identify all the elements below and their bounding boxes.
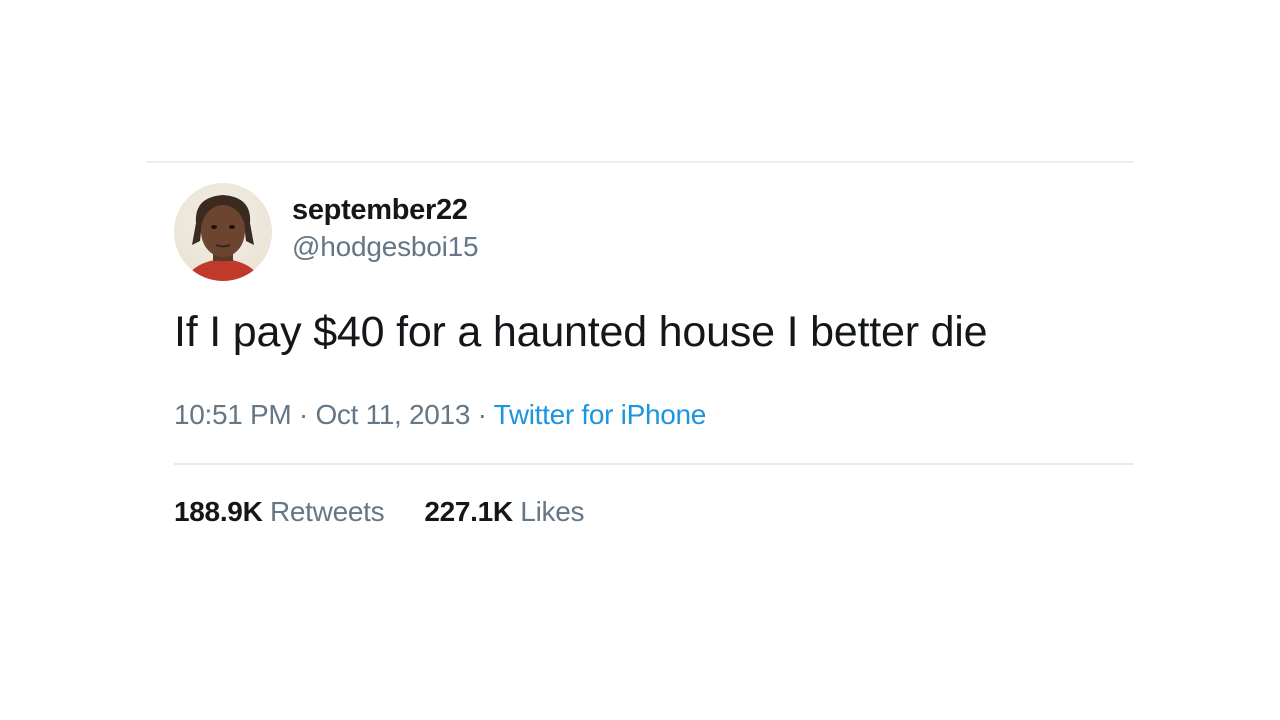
- avatar[interactable]: [174, 183, 272, 281]
- user-handle[interactable]: @hodgesboi15: [292, 228, 479, 266]
- retweets-label: Retweets: [269, 496, 385, 527]
- meta-separator: ·: [291, 399, 316, 430]
- tweet-time[interactable]: 10:51 PM: [174, 399, 292, 430]
- likes-count: 227.1K: [424, 496, 513, 527]
- top-divider: [146, 161, 1134, 163]
- tweet-text: If I pay $40 for a haunted house I bette…: [174, 308, 988, 356]
- display-name[interactable]: september22: [292, 192, 478, 228]
- page: september22 @hodgesboi15 If I pay $40 fo…: [0, 0, 1280, 720]
- tweet-header: september22 @hodgesboi15: [174, 182, 1134, 282]
- tweet-meta: 10:51 PM · Oct 11, 2013 · Twitter for iP…: [174, 398, 1134, 432]
- user-names: september22 @hodgesboi15: [292, 192, 479, 266]
- retweets-count: 188.9K: [174, 496, 263, 527]
- tweet-stats: 188.9K Retweets 227.1K Likes: [174, 495, 1134, 529]
- meta-separator: ·: [470, 399, 494, 430]
- stats-divider: [174, 463, 1134, 465]
- retweets-stat[interactable]: 188.9K Retweets: [174, 495, 385, 529]
- tweet-date[interactable]: Oct 11, 2013: [315, 399, 470, 430]
- likes-stat[interactable]: 227.1K Likes: [424, 495, 584, 529]
- likes-label: Likes: [520, 496, 585, 527]
- tweet-source-link[interactable]: Twitter for iPhone: [494, 399, 707, 430]
- avatar-image: [174, 183, 272, 281]
- tweet-card: september22 @hodgesboi15 If I pay $40 fo…: [174, 182, 1134, 529]
